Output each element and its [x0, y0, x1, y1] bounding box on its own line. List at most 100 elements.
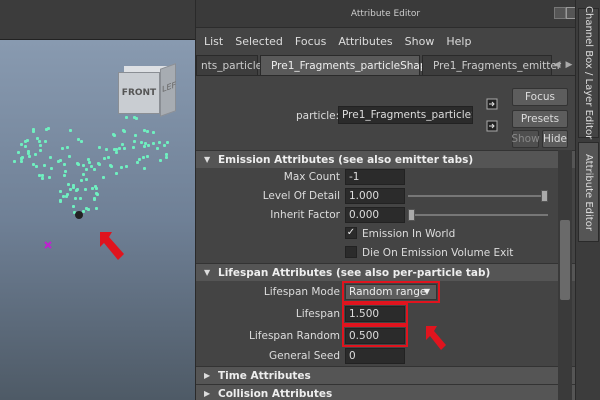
- inherit-factor-slider-handle[interactable]: [408, 209, 415, 221]
- particle-point: [142, 156, 145, 160]
- lod-label: Level Of Detail: [262, 190, 340, 202]
- menu-list[interactable]: List: [204, 35, 223, 48]
- particle-point: [133, 140, 137, 144]
- particle-point: [87, 208, 91, 212]
- particle-point: [78, 197, 82, 201]
- attribute-scrollbar[interactable]: [558, 150, 572, 400]
- particle-point: [47, 176, 51, 180]
- lifespan-label: Lifespan: [295, 308, 340, 320]
- general-seed-field[interactable]: 0: [345, 348, 405, 364]
- particle-point: [21, 155, 24, 159]
- tab-label: Attribute Editor: [583, 153, 594, 231]
- particle-point: [58, 189, 62, 193]
- particle-point: [63, 162, 67, 166]
- particle-point: [24, 145, 28, 149]
- particle-point: [82, 173, 86, 177]
- highlight-box-lifespan-random: [342, 325, 408, 347]
- particle-point: [156, 147, 160, 150]
- row-inherit-factor: Inherit Factor 0.000: [196, 206, 576, 225]
- node-name-field[interactable]: Pre1_Fragments_particleShape: [338, 106, 473, 124]
- particle-point: [95, 206, 99, 210]
- viewcube-side-face[interactable]: LEF: [160, 63, 176, 117]
- particle-point: [20, 142, 24, 146]
- menu-selected[interactable]: Selected: [235, 35, 283, 48]
- particle-point: [125, 116, 129, 120]
- particle-point: [68, 188, 72, 192]
- viewcube-front-face[interactable]: FRONT: [118, 72, 160, 114]
- attribute-editor-panel: Attribute Editor List Selected Focus Att…: [195, 0, 578, 400]
- particle-point: [93, 167, 97, 171]
- particle-point: [136, 160, 140, 164]
- node-type-label: particle:: [296, 110, 340, 122]
- particle-point: [34, 164, 38, 168]
- inherit-factor-slider[interactable]: [408, 209, 548, 221]
- particle-point: [142, 129, 146, 133]
- particle-point: [84, 188, 88, 192]
- lod-slider[interactable]: [408, 190, 548, 202]
- particle-point: [32, 127, 36, 131]
- section-time-attributes[interactable]: ▶ Time Attributes: [196, 366, 576, 384]
- lod-slider-handle[interactable]: [541, 190, 548, 202]
- tab-emitter[interactable]: Pre1_Fragments_emitter: [422, 55, 561, 75]
- particle-point: [34, 152, 38, 156]
- tab-attribute-editor[interactable]: Attribute Editor: [578, 142, 599, 242]
- particle-point: [114, 150, 118, 154]
- particle-point: [16, 151, 20, 155]
- 3d-viewport[interactable]: FRONT LEF: [0, 0, 195, 400]
- lifespan-mode-label: Lifespan Mode: [263, 286, 340, 298]
- menu-attributes[interactable]: Attributes: [338, 35, 392, 48]
- presets-button[interactable]: Presets: [512, 110, 568, 128]
- show-button[interactable]: Show: [511, 130, 540, 148]
- particle-point: [90, 187, 94, 191]
- particle-point: [93, 184, 97, 188]
- section-emission-attributes[interactable]: ▼ Emission Attributes (see also emitter …: [196, 150, 576, 168]
- tab-scroll-right-icon[interactable]: ▶: [563, 58, 575, 72]
- particle-point: [157, 140, 161, 144]
- particle-point: [119, 166, 123, 170]
- expanded-triangle-icon: ▼: [204, 155, 211, 164]
- emission-in-world-checkbox[interactable]: ✓: [345, 227, 357, 239]
- particle-point: [165, 155, 169, 159]
- scrollbar-thumb[interactable]: [560, 220, 570, 300]
- die-on-exit-checkbox[interactable]: [345, 246, 357, 258]
- focus-button[interactable]: Focus: [512, 88, 568, 106]
- particle-point: [164, 153, 168, 157]
- particle-point: [48, 155, 52, 159]
- max-count-field[interactable]: -1: [345, 169, 405, 185]
- section-lifespan-attributes[interactable]: ▼ Lifespan Attributes (see also per-part…: [196, 263, 576, 281]
- node-header: particle: Pre1_Fragments_particleShape F…: [196, 76, 575, 148]
- emitter-object[interactable]: [75, 211, 83, 219]
- tab-particle-shape[interactable]: Pre1_Fragments_particleShape: [260, 55, 433, 75]
- inherit-factor-label: Inherit Factor: [270, 209, 340, 221]
- particle-point: [124, 164, 128, 168]
- hide-button[interactable]: Hide: [542, 130, 568, 148]
- viewcube[interactable]: FRONT LEF: [118, 63, 178, 118]
- inherit-factor-field[interactable]: 0.000: [345, 207, 405, 223]
- tab-particle-transform[interactable]: nts_particle: [196, 55, 262, 75]
- menu-focus[interactable]: Focus: [295, 35, 326, 48]
- particle-point: [44, 127, 48, 131]
- float-window-icon[interactable]: [554, 7, 566, 19]
- particle-point: [66, 182, 70, 186]
- lod-field[interactable]: 1.000: [345, 188, 405, 204]
- tab-channel-box-layer-editor[interactable]: Channel Box / Layer Editor: [578, 6, 599, 140]
- particle-point: [158, 158, 162, 162]
- output-connections-icon[interactable]: [486, 120, 498, 132]
- particle-point: [151, 141, 155, 145]
- menu-help[interactable]: Help: [446, 35, 471, 48]
- tab-scroll-left-icon[interactable]: ◀: [551, 58, 563, 72]
- particle-point: [84, 178, 88, 182]
- particle-point: [93, 197, 97, 201]
- particle-point: [120, 142, 124, 146]
- particle-point: [114, 172, 118, 176]
- lifespan-random-label: Lifespan Random: [249, 330, 340, 342]
- input-connections-icon[interactable]: [486, 98, 498, 110]
- collapsed-triangle-icon: ▶: [204, 371, 211, 380]
- particle-point: [58, 198, 62, 202]
- section-title: Collision Attributes: [218, 387, 333, 400]
- particle-point: [61, 195, 65, 199]
- section-collision-attributes[interactable]: ▶ Collision Attributes: [196, 384, 576, 400]
- particle-point: [65, 145, 69, 149]
- menu-show[interactable]: Show: [405, 35, 435, 48]
- particle-point: [135, 116, 139, 120]
